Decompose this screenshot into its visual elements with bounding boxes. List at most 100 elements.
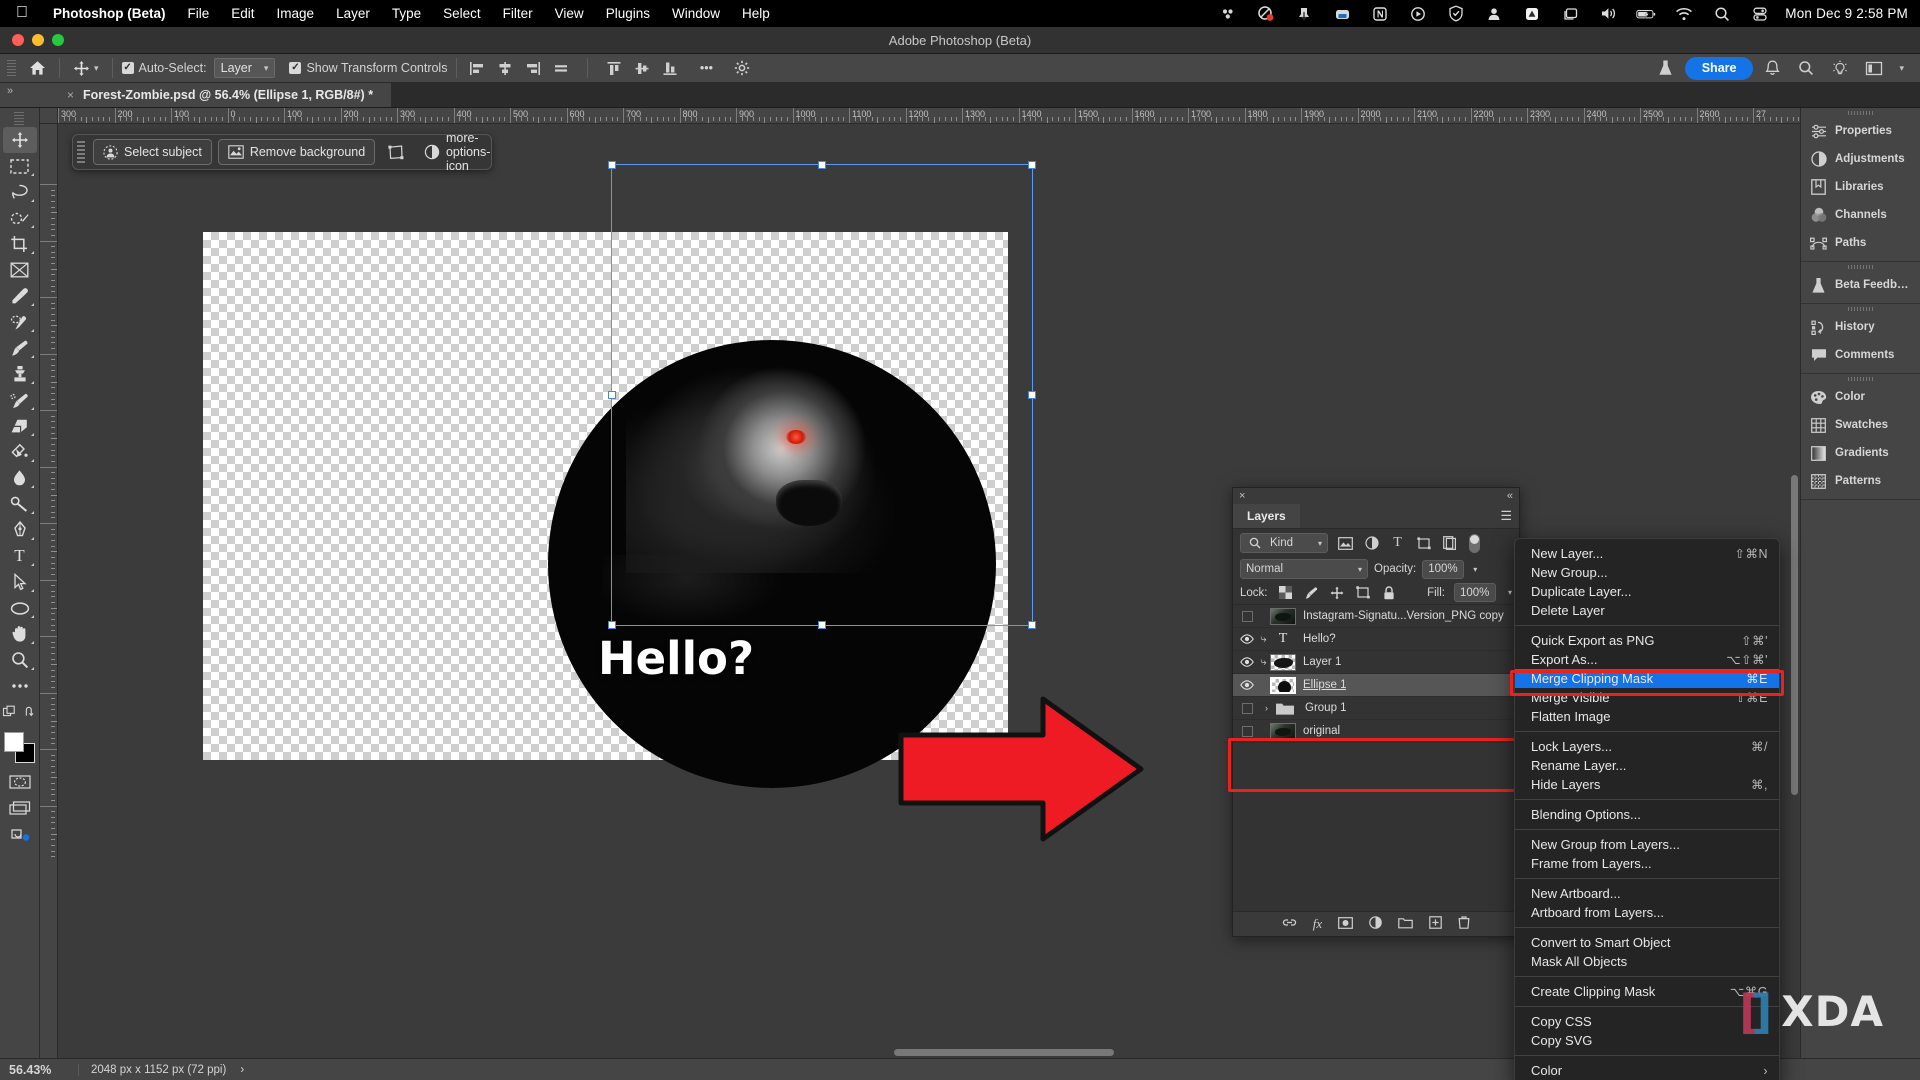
new-adjustment-layer-icon[interactable] <box>1369 916 1382 932</box>
layer-name[interactable]: Layer 1 <box>1303 656 1341 668</box>
link-layers-icon[interactable] <box>1282 917 1297 931</box>
bell-icon[interactable] <box>1757 55 1787 81</box>
eraser-tool-icon[interactable] <box>3 413 37 439</box>
scrollbar-thumb[interactable] <box>1791 474 1798 795</box>
menu-item-view[interactable]: View <box>544 6 595 21</box>
type-tool-icon[interactable]: T <box>3 543 37 569</box>
menu-item-color[interactable]: Color › <box>1515 1061 1779 1080</box>
menu-bar-clock[interactable]: Mon Dec 9 2:58 PM <box>1785 6 1908 21</box>
menu-item-rename-layer[interactable]: Rename Layer... <box>1515 756 1779 775</box>
hand-tool-icon[interactable] <box>3 621 37 647</box>
layer-name[interactable]: Instagram-Signatu...Version_PNG copy <box>1303 610 1504 622</box>
cloud-documents-icon[interactable] <box>3 821 37 847</box>
auto-select-scope-dropdown[interactable]: Layer ▾ <box>213 58 276 78</box>
brush-tool-icon[interactable] <box>3 335 37 361</box>
dock-item-properties[interactable]: Properties <box>1801 117 1920 145</box>
more-options-icon[interactable]: ••• <box>695 58 717 78</box>
share-button[interactable]: Share <box>1684 56 1754 80</box>
dock-item-channels[interactable]: Channels <box>1801 201 1920 229</box>
battery-icon[interactable] <box>1636 4 1656 24</box>
lock-image-pixels-icon[interactable] <box>1303 586 1320 600</box>
gradient-tool-icon[interactable] <box>3 439 37 465</box>
more-options-icon[interactable]: more-options-icon <box>446 131 490 173</box>
layer-name[interactable]: Ellipse 1 <box>1303 679 1346 691</box>
menu-item-convert-to-smart-object[interactable]: Convert to Smart Object <box>1515 933 1779 952</box>
displays-icon[interactable] <box>1560 4 1580 24</box>
layer-thumbnail[interactable] <box>1270 607 1296 625</box>
menu-item-merge-visible[interactable]: Merge Visible ⇧⌘E <box>1515 688 1779 707</box>
adjustment-layer-icon[interactable] <box>417 139 447 165</box>
layer-thumbnail[interactable] <box>1270 653 1296 671</box>
search-icon[interactable] <box>1791 55 1821 81</box>
transform-icon[interactable] <box>381 139 411 165</box>
dock-item-patterns[interactable]: Patterns <box>1801 467 1920 495</box>
filter-type-icon[interactable]: T <box>1389 535 1406 551</box>
menu-item-quick-export-as-png[interactable]: Quick Export as PNG ⇧⌘' <box>1515 631 1779 650</box>
options-bar-grip[interactable] <box>7 59 16 77</box>
rectangular-marquee-tool-icon[interactable] <box>3 153 37 179</box>
layer-row[interactable]: ⤷ Layer 1 <box>1233 651 1519 674</box>
new-layer-icon[interactable] <box>1429 916 1442 932</box>
transform-handle-top-left[interactable] <box>608 161 616 169</box>
align-bottom-edges-icon[interactable] <box>659 58 681 78</box>
control-center-icon[interactable] <box>1750 4 1770 24</box>
quick-mask-mode-icon[interactable] <box>3 769 37 795</box>
menu-item-frame-from-layers[interactable]: Frame from Layers... <box>1515 854 1779 873</box>
path-selection-tool-icon[interactable] <box>3 569 37 595</box>
document-info[interactable]: 2048 px x 1152 px (72 ppi) › <box>78 1063 256 1076</box>
chevron-down-icon[interactable]: ▾ <box>1473 565 1477 574</box>
dock-item-comments[interactable]: Comments <box>1801 341 1920 369</box>
adguard-icon[interactable] <box>1446 4 1466 24</box>
volume-icon[interactable] <box>1598 4 1618 24</box>
layer-name[interactable]: Hello? <box>1303 633 1336 645</box>
blur-tool-icon[interactable] <box>3 465 37 491</box>
blend-mode-dropdown[interactable]: Normal ▾ <box>1240 559 1368 579</box>
menu-item-delete-layer[interactable]: Delete Layer <box>1515 601 1779 620</box>
collapse-panel-icon[interactable]: « <box>1507 490 1513 502</box>
menu-item-blending-options[interactable]: Blending Options... <box>1515 805 1779 824</box>
apple-logo-icon[interactable]:  <box>16 4 28 21</box>
layer-name[interactable]: original <box>1303 725 1340 737</box>
eye-visible-icon[interactable] <box>1237 634 1257 644</box>
menu-item-flatten-image[interactable]: Flatten Image <box>1515 707 1779 726</box>
home-icon[interactable] <box>24 60 50 76</box>
wifi-icon[interactable] <box>1674 4 1694 24</box>
group-expand-arrow-icon[interactable]: › <box>1261 703 1272 713</box>
beta-flask-icon[interactable] <box>1651 55 1681 81</box>
canvas-vertical-scrollbar[interactable] <box>1789 124 1800 1047</box>
chevron-down-icon[interactable]: ▾ <box>1508 588 1512 597</box>
tab-layers[interactable]: Layers <box>1233 504 1300 528</box>
backup-icon[interactable] <box>1332 4 1352 24</box>
align-left-edges-icon[interactable] <box>466 58 488 78</box>
menu-item-file[interactable]: File <box>177 6 221 21</box>
layer-thumbnail[interactable] <box>1270 722 1296 740</box>
foreground-color-swatch[interactable] <box>3 732 24 752</box>
menu-item-help[interactable]: Help <box>731 6 781 21</box>
eye-visible-icon[interactable] <box>1237 680 1257 690</box>
dock-item-history[interactable]: History <box>1801 313 1920 341</box>
layer-row[interactable]: ⤷ T Hello? <box>1233 628 1519 651</box>
horizontal-ruler[interactable]: 300 200 100 0 100 200 300 400 500 600 700 800 900 100… <box>58 108 1800 124</box>
dock-group-grip[interactable] <box>1801 262 1920 271</box>
iina-icon[interactable] <box>1408 4 1428 24</box>
transform-selection-box[interactable] <box>608 161 1036 629</box>
dock-item-adjustments[interactable]: Adjustments <box>1801 145 1920 173</box>
menu-item-merge-clipping-mask[interactable]: Merge Clipping Mask ⌘E <box>1515 669 1779 688</box>
menu-item-duplicate-layer[interactable]: Duplicate Layer... <box>1515 582 1779 601</box>
lasso-tool-icon[interactable] <box>3 179 37 205</box>
menu-item-new-layer[interactable]: New Layer... ⇧⌘N <box>1515 544 1779 563</box>
layer-styles-icon[interactable]: fx <box>1313 916 1322 932</box>
spotlight-search-icon[interactable] <box>1712 4 1732 24</box>
close-icon[interactable]: × <box>1239 490 1245 502</box>
new-group-icon[interactable] <box>1398 917 1413 932</box>
filter-kind-dropdown[interactable]: Kind ▾ <box>1240 533 1328 553</box>
menu-item-artboard-from-layers[interactable]: Artboard from Layers... <box>1515 903 1779 922</box>
show-transform-controls-checkbox[interactable]: ✓ <box>289 62 302 74</box>
chevron-right-icon[interactable]: › <box>240 1064 244 1076</box>
menu-item-select[interactable]: Select <box>432 6 492 21</box>
eyedropper-tool-icon[interactable] <box>3 283 37 309</box>
ruler-corner[interactable] <box>40 108 58 124</box>
scrollbar-thumb[interactable] <box>894 1049 1115 1056</box>
chevron-down-icon[interactable]: ▾ <box>94 63 99 74</box>
panel-menu-icon[interactable]: ☰ <box>1500 504 1519 528</box>
